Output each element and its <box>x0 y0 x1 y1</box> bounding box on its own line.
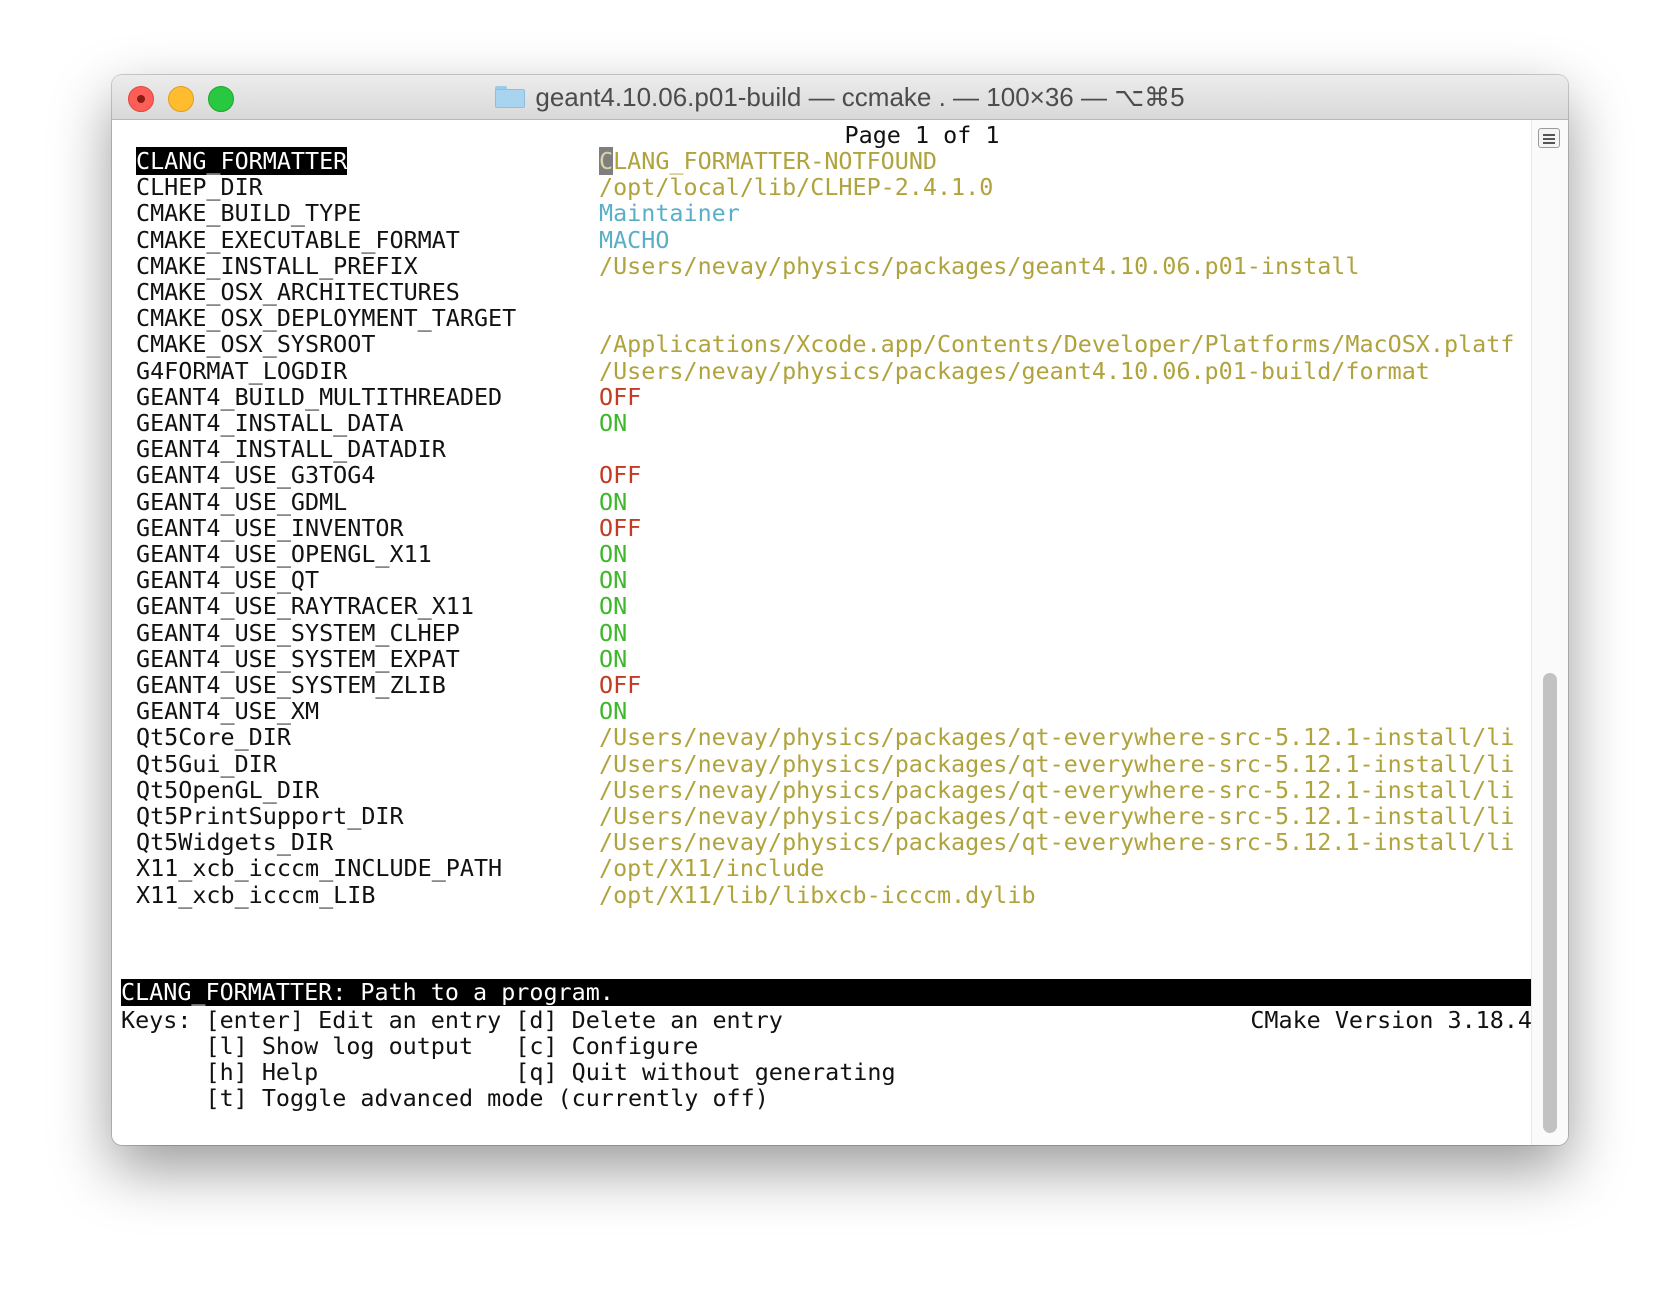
entry-value[interactable]: OFF <box>599 671 641 699</box>
entry-value[interactable]: /Users/nevay/physics/packages/qt-everywh… <box>599 776 1514 804</box>
entry-name[interactable]: GEANT4_INSTALL_DATADIR <box>136 435 446 463</box>
entry-value[interactable]: ON <box>599 488 627 516</box>
terminal-window: geant4.10.06.p01-build — ccmake . — 100×… <box>112 75 1568 1145</box>
page-menu-icon[interactable] <box>1538 128 1560 148</box>
status-bar: CLANG_FORMATTER: Path to a program. <box>121 979 1532 1006</box>
entry-name[interactable]: G4FORMAT_LOGDIR <box>136 357 347 385</box>
terminal-content[interactable]: Page 1 of 1 CLANG_FORMATTER CLANG_FORMATT… <box>112 120 1532 1145</box>
entry-value-text: LANG_FORMATTER-NOTFOUND <box>613 147 937 175</box>
entry-value[interactable]: /opt/local/lib/CLHEP-2.4.1.0 <box>599 173 993 201</box>
entry-name[interactable]: CLHEP_DIR <box>136 173 263 201</box>
scrollbar[interactable] <box>1531 120 1568 1145</box>
entry-value[interactable]: /Applications/Xcode.app/Contents/Develop… <box>599 330 1514 358</box>
title-bar[interactable]: geant4.10.06.p01-build — ccmake . — 100×… <box>112 75 1568 120</box>
entry-name[interactable]: Qt5Widgets_DIR <box>136 828 333 856</box>
entry-name[interactable]: GEANT4_USE_OPENGL_X11 <box>136 540 432 568</box>
entry-name[interactable]: GEANT4_USE_G3TOG4 <box>136 461 375 489</box>
entry-name[interactable]: GEANT4_USE_SYSTEM_CLHEP <box>136 619 460 647</box>
scroll-thumb[interactable] <box>1543 673 1557 1133</box>
entry-name[interactable]: GEANT4_USE_SYSTEM_EXPAT <box>136 645 460 673</box>
keys-help-line-3: [h] Help [q] Quit without generating <box>121 1058 896 1086</box>
keys-help-line-4: [t] Toggle advanced mode (currently off) <box>121 1084 769 1112</box>
entry-name[interactable]: GEANT4_USE_GDML <box>136 488 347 516</box>
entry-value[interactable]: /opt/X11/include <box>599 854 824 882</box>
entry-value[interactable]: ON <box>599 592 627 620</box>
page-indicator: Page 1 of 1 <box>112 121 1568 149</box>
entry-name[interactable]: Qt5PrintSupport_DIR <box>136 802 404 830</box>
entry-name[interactable]: Qt5Core_DIR <box>136 723 291 751</box>
entry-name[interactable]: GEANT4_USE_XM <box>136 697 319 725</box>
entry-value[interactable]: OFF <box>599 383 641 411</box>
entry-name[interactable]: GEANT4_BUILD_MULTITHREADED <box>136 383 502 411</box>
entry-value[interactable]: /Users/nevay/physics/packages/qt-everywh… <box>599 802 1514 830</box>
entry-value[interactable]: CLANG_FORMATTER-NOTFOUND <box>599 147 937 175</box>
entry-name[interactable]: CMAKE_OSX_DEPLOYMENT_TARGET <box>136 304 516 332</box>
entry-name[interactable]: X11_xcb_icccm_LIB <box>136 881 375 909</box>
entry-value[interactable]: /Users/nevay/physics/packages/qt-everywh… <box>599 828 1514 856</box>
entry-value[interactable]: ON <box>599 697 627 725</box>
entry-value[interactable]: ON <box>599 540 627 568</box>
entry-value[interactable]: MACHO <box>599 226 669 254</box>
entry-name[interactable]: GEANT4_USE_INVENTOR <box>136 514 404 542</box>
entry-name[interactable]: X11_xcb_icccm_INCLUDE_PATH <box>136 854 502 882</box>
window-title-group: geant4.10.06.p01-build — ccmake . — 100×… <box>112 75 1568 119</box>
entry-name[interactable]: CMAKE_EXECUTABLE_FORMAT <box>136 226 460 254</box>
entry-name[interactable]: Qt5OpenGL_DIR <box>136 776 319 804</box>
entry-value[interactable]: OFF <box>599 514 641 542</box>
entry-name[interactable]: CMAKE_OSX_SYSROOT <box>136 330 375 358</box>
entry-name[interactable]: CLANG_FORMATTER <box>136 147 348 175</box>
entry-value[interactable]: ON <box>599 409 627 437</box>
entry-name[interactable]: GEANT4_USE_QT <box>136 566 319 594</box>
entry-value[interactable]: Maintainer <box>599 199 740 227</box>
keys-help-line-1: Keys: [enter] Edit an entry [d] Delete a… <box>121 1006 783 1034</box>
entry-value[interactable]: ON <box>599 619 627 647</box>
entry-name[interactable]: CMAKE_BUILD_TYPE <box>136 199 361 227</box>
cmake-version: CMake Version 3.18.4 <box>1250 1006 1532 1034</box>
page-info-text: Page 1 of 1 <box>844 121 1000 149</box>
keys-help-line-2: [l] Show log output [c] Configure <box>121 1032 699 1060</box>
entry-name[interactable]: Qt5Gui_DIR <box>136 750 277 778</box>
entry-value[interactable]: /Users/nevay/physics/packages/geant4.10.… <box>599 357 1430 385</box>
text-cursor: C <box>599 147 614 175</box>
window-title: geant4.10.06.p01-build — ccmake . — 100×… <box>535 81 1185 112</box>
entry-name[interactable]: CMAKE_OSX_ARCHITECTURES <box>136 278 460 306</box>
entry-name[interactable]: CMAKE_INSTALL_PREFIX <box>136 252 418 280</box>
entry-name[interactable]: GEANT4_USE_SYSTEM_ZLIB <box>136 671 446 699</box>
entry-value[interactable]: /Users/nevay/physics/packages/geant4.10.… <box>599 252 1359 280</box>
entry-value[interactable]: /Users/nevay/physics/packages/qt-everywh… <box>599 750 1514 778</box>
entry-value[interactable]: /Users/nevay/physics/packages/qt-everywh… <box>599 723 1514 751</box>
entry-value[interactable]: /opt/X11/lib/libxcb-icccm.dylib <box>599 881 1036 909</box>
entry-value[interactable]: ON <box>599 566 627 594</box>
entry-name[interactable]: GEANT4_INSTALL_DATA <box>136 409 404 437</box>
entry-value[interactable]: OFF <box>599 461 641 489</box>
entry-value[interactable]: ON <box>599 645 627 673</box>
folder-icon <box>495 86 526 108</box>
entry-name[interactable]: GEANT4_USE_RAYTRACER_X11 <box>136 592 474 620</box>
